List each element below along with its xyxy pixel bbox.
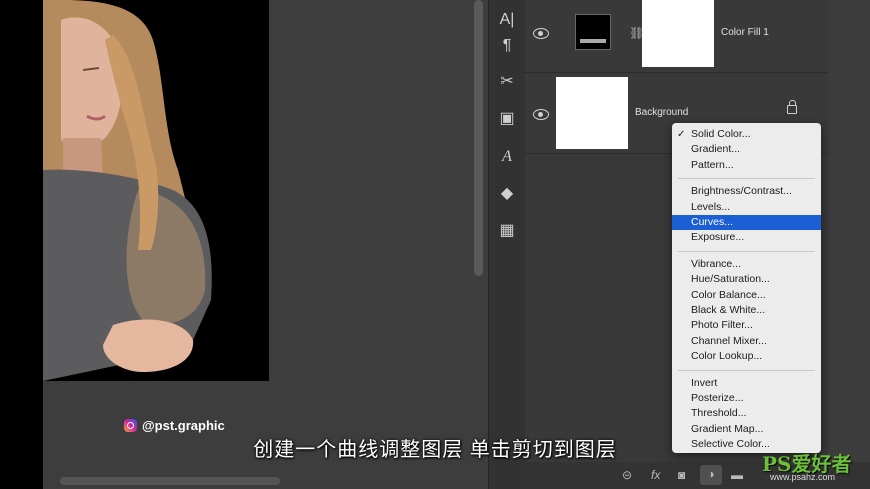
menu-item[interactable]: Invert xyxy=(672,376,821,391)
menu-separator xyxy=(678,178,815,180)
menu-separator xyxy=(678,369,815,371)
subtitle: 创建一个曲线调整图层 单击剪切到图层 xyxy=(253,439,617,461)
background-thumbnail xyxy=(556,77,628,149)
grid-icon[interactable]: ▦ xyxy=(489,217,525,245)
paragraph-char-icon[interactable]: A| xyxy=(489,6,525,34)
adjustment-layer-icon[interactable]: ◑ xyxy=(700,465,722,485)
social-handle: @pst.graphic xyxy=(142,418,225,433)
visibility-eye-icon[interactable] xyxy=(533,28,549,39)
menu-item-label: Exposure... xyxy=(691,231,745,244)
link-layers-icon[interactable]: ⊝ xyxy=(622,466,632,484)
menu-item-label: Curves... xyxy=(691,216,734,228)
menu-separator xyxy=(678,250,815,252)
portrait-photo xyxy=(43,0,269,381)
visibility-eye-icon[interactable] xyxy=(533,109,549,120)
menu-item-label: Vibrance... xyxy=(691,257,742,270)
menu-item[interactable]: Posterize... xyxy=(672,391,821,406)
menu-item[interactable]: Color Balance... xyxy=(672,288,821,303)
adjustment-menu: ✓ Solid Color... Gradient... Pattern... Brig… xyxy=(672,123,821,453)
menu-item[interactable]: Gradient... xyxy=(672,142,821,157)
menu-item-label: Hue/Saturation... xyxy=(691,273,770,286)
menu-item-label: Brightness/Contrast... xyxy=(691,185,792,198)
canvas-horizontal-scrollbar[interactable] xyxy=(60,477,280,485)
lock-icon xyxy=(787,100,797,114)
menu-item-label: Color Balance... xyxy=(691,288,766,301)
menu-item[interactable]: Brightness/Contrast... xyxy=(672,184,821,199)
menu-item[interactable]: Vibrance... xyxy=(672,257,821,272)
fill-thumbnail xyxy=(575,14,611,50)
frame-icon[interactable]: ▣ xyxy=(489,105,525,133)
layer-name: Background xyxy=(635,107,689,118)
menu-item[interactable]: Color Lookup... xyxy=(672,349,821,364)
glyph-a-icon[interactable]: A xyxy=(489,143,525,171)
check-icon: ✓ xyxy=(677,129,686,140)
panel-gutter xyxy=(828,0,870,489)
menu-item-label: Color Lookup... xyxy=(691,350,763,363)
menu-item[interactable]: Pattern... xyxy=(672,158,821,173)
watermark: PS爱好者 www.psahz.com xyxy=(762,452,852,482)
menu-item[interactable]: Channel Mixer... xyxy=(672,334,821,349)
menu-item-label: Photo Filter... xyxy=(691,319,753,332)
menu-item-label: Black & White... xyxy=(691,304,766,316)
menu-item-label: Pattern... xyxy=(691,158,734,171)
mask-thumbnail[interactable] xyxy=(642,0,714,67)
scissors-tools-icon[interactable]: ✂ xyxy=(489,68,525,96)
left-strip xyxy=(0,0,43,489)
menu-item-label: Posterize... xyxy=(691,392,744,404)
shape-icon[interactable]: ◆ xyxy=(489,180,525,208)
canvas-vertical-scrollbar[interactable] xyxy=(474,0,483,276)
menu-item-label: Threshold... xyxy=(691,407,747,420)
instagram-icon xyxy=(124,419,137,432)
menu-item[interactable]: Photo Filter... xyxy=(672,318,821,333)
menu-item[interactable]: Threshold... xyxy=(672,406,821,421)
add-mask-icon[interactable]: ◙ xyxy=(678,466,685,484)
fx-button[interactable]: fx xyxy=(651,466,660,484)
menu-item-label: Solid Color... xyxy=(691,128,751,140)
pilcrow-icon[interactable]: ¶ xyxy=(489,32,525,60)
menu-item[interactable]: ✓ Solid Color... xyxy=(672,127,821,142)
menu-item-label: Invert xyxy=(691,376,718,389)
menu-item-label: Levels... xyxy=(691,200,731,213)
layer-row-color-fill[interactable]: ⛓ Color Fill 1 xyxy=(525,0,828,73)
menu-item[interactable]: Levels... xyxy=(672,200,821,215)
menu-item[interactable]: Curves... xyxy=(672,215,821,230)
folder-icon[interactable]: ▬ xyxy=(731,466,743,484)
layer-name: Color Fill 1 xyxy=(721,27,769,38)
menu-item[interactable]: Exposure... xyxy=(672,230,821,245)
menu-item[interactable]: Black & White... xyxy=(672,303,821,318)
menu-item-label: Channel Mixer... xyxy=(691,334,767,347)
panel-tool-strip: A| ¶ ✂ ▣ A ◆ ▦ xyxy=(488,0,526,489)
menu-item-label: Gradient... xyxy=(691,143,741,156)
menu-item[interactable]: Hue/Saturation... xyxy=(672,272,821,287)
